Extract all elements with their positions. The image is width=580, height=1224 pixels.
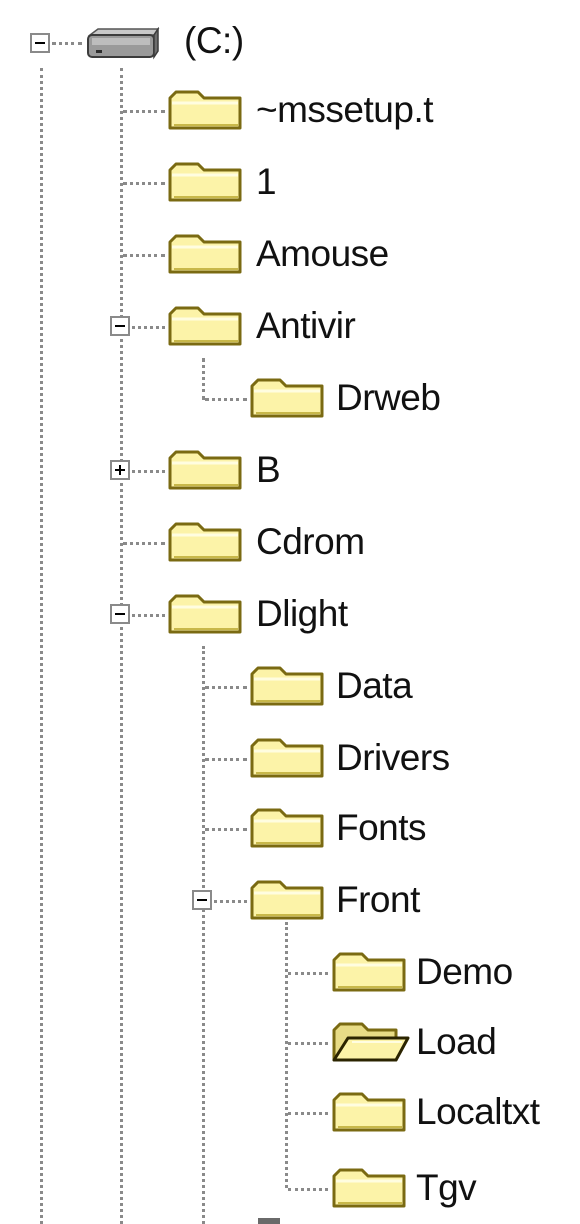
folder-icon [258,1218,280,1224]
tree-connector-line [132,614,165,617]
tree-connector-line [132,326,165,329]
collapse-toggle[interactable] [30,33,50,53]
expand-toggle[interactable] [110,460,130,480]
tree-node-label[interactable]: Dlight [256,590,348,638]
drive-icon [87,27,160,60]
folder-open-icon [332,1022,410,1062]
tree-node-folder[interactable]: Tgv [0,1158,580,1218]
tree-node-folder[interactable]: Front [0,870,580,930]
tree-connector-line [123,542,165,545]
tree-connector-line [288,1042,328,1045]
tree-node-label[interactable]: Load [416,1018,497,1066]
folder-icon [168,522,242,562]
tree-node-folder[interactable]: Amouse [0,224,580,284]
folder-icon [250,738,324,778]
tree-node-label[interactable]: Demo [416,948,513,996]
tree-connector-line [52,42,82,45]
tree-connector-line [288,1112,328,1115]
tree-node-root-drive[interactable]: (C:) [0,15,580,75]
tree-connector-line [288,972,328,975]
tree-node-folder-selected[interactable]: Load [0,1012,580,1072]
tree-node-folder[interactable]: Antivir [0,296,580,356]
folder-icon [168,594,242,634]
folder-icon [332,1092,406,1132]
tree-connector-line [214,900,247,903]
tree-connector-line [123,110,165,113]
tree-node-folder[interactable]: Dlight [0,584,580,644]
tree-node-label[interactable]: Data [336,662,413,710]
tree-node-label[interactable]: ~mssetup.t [256,86,434,134]
tree-node-label[interactable]: Antivir [256,302,356,350]
tree-node-label[interactable]: Front [336,876,420,924]
tree-node-label[interactable]: Cdrom [256,518,365,566]
tree-node-folder[interactable]: 1 [0,152,580,212]
folder-icon [168,90,242,130]
folder-icon [168,306,242,346]
folder-icon [168,234,242,274]
tree-connector-line [205,686,247,689]
tree-node-folder[interactable]: Drivers [0,728,580,788]
tree-node-label[interactable]: B [256,446,281,494]
folder-icon [332,1168,406,1208]
tree-connector-line [123,182,165,185]
tree-node-label[interactable]: Drweb [336,374,441,422]
tree-node-folder[interactable]: B [0,440,580,500]
tree-connector-line [205,828,247,831]
tree-connector-line [205,758,247,761]
tree-connector-line [288,1188,328,1191]
tree-node-label[interactable]: Amouse [256,230,389,278]
folder-icon [250,378,324,418]
folder-icon [250,666,324,706]
tree-node-label[interactable]: 1 [256,158,277,206]
tree-node-folder[interactable]: Fonts [0,798,580,858]
tree-node-folder[interactable]: Cdrom [0,512,580,572]
tree-connector-line [123,254,165,257]
tree-node-label[interactable]: Fonts [336,804,427,852]
folder-tree: (C:) ~mssetup.t 1 Amouse Antivir Drweb B… [0,0,580,1224]
tree-node-label[interactable]: Localtxt [416,1088,540,1136]
collapse-toggle[interactable] [110,604,130,624]
collapse-toggle[interactable] [192,890,212,910]
tree-node-folder[interactable]: ~mssetup.t [0,80,580,140]
tree-node-label[interactable]: Tgv [416,1164,477,1212]
folder-icon [168,162,242,202]
tree-connector-line [205,398,247,401]
folder-icon [250,808,324,848]
folder-icon [168,450,242,490]
collapse-toggle[interactable] [110,316,130,336]
tree-node-label[interactable]: (C:) [184,17,244,65]
tree-node-folder[interactable]: Drweb [0,368,580,428]
folder-icon [332,952,406,992]
tree-node-label[interactable]: Drivers [336,734,450,782]
tree-node-folder[interactable]: Data [0,656,580,716]
tree-node-folder[interactable]: Demo [0,942,580,1002]
folder-icon [250,880,324,920]
tree-connector-line [132,470,165,473]
tree-node-folder[interactable]: Localtxt [0,1082,580,1142]
